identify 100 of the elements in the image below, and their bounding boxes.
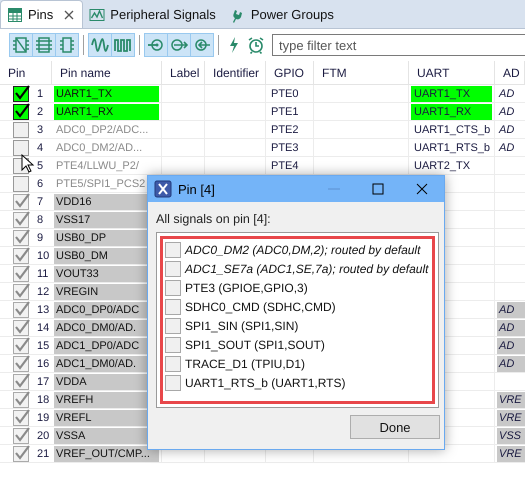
- checkbox[interactable]: [165, 298, 181, 314]
- adc-signal: VRE: [497, 410, 525, 426]
- pin-number: 2: [37, 106, 44, 118]
- pin-number: 5: [37, 160, 44, 172]
- adc-signal: AD: [497, 320, 525, 336]
- filter-field[interactable]: type filter text: [272, 34, 525, 56]
- pin-number: 4: [37, 142, 44, 154]
- checkbox[interactable]: [165, 356, 181, 372]
- gpio-signal: PTE1: [271, 106, 299, 118]
- checkbox[interactable]: [165, 318, 181, 334]
- column-header[interactable]: UART: [409, 61, 495, 85]
- adc-signal: AD: [498, 86, 516, 102]
- tab[interactable]: Power Groups: [224, 1, 342, 28]
- signal-option[interactable]: SDHC0_CMD (SDHC,CMD): [185, 300, 336, 314]
- column-header[interactable]: Pin name: [52, 61, 162, 85]
- checkbox[interactable]: [13, 409, 31, 426]
- checkbox[interactable]: [13, 427, 31, 444]
- signal-option[interactable]: TRACE_D1 (TPIU,D1): [185, 356, 306, 370]
- pin-number: 17: [37, 376, 50, 388]
- pin-name: ADC0_DP2/ADC...: [55, 122, 150, 138]
- pin-number: 18: [37, 394, 50, 406]
- pin-name: VREF_OUT/CMP...: [54, 446, 159, 462]
- pin-name: UART1_TX: [54, 86, 159, 102]
- checkbox[interactable]: [13, 373, 31, 390]
- pin-name: UART1_RX: [54, 104, 159, 120]
- signal-option[interactable]: SPI1_SIN (SPI1,SIN): [185, 318, 298, 332]
- pin-number: 10: [37, 250, 50, 262]
- checkbox[interactable]: [13, 247, 31, 264]
- adc-signal: AD: [498, 140, 516, 156]
- checkbox[interactable]: [165, 336, 181, 352]
- checkbox[interactable]: [165, 260, 181, 276]
- signal-option[interactable]: ADC1_SE7a (ADC1,SE,7a); routed by default: [185, 262, 428, 276]
- column-header[interactable]: Label: [162, 61, 205, 85]
- tab[interactable]: Pins: [0, 0, 84, 28]
- pin-number: 15: [37, 340, 50, 352]
- checkbox[interactable]: [13, 283, 31, 300]
- gpio-signal: PTE0: [271, 88, 299, 100]
- pin-number: 7: [37, 196, 44, 208]
- checkbox[interactable]: [13, 301, 31, 318]
- checkbox[interactable]: [13, 229, 31, 246]
- chart-icon: [89, 6, 106, 22]
- checkbox[interactable]: [13, 103, 31, 120]
- adc-signal: AD: [497, 302, 525, 318]
- gpio-signal: PTE2: [271, 124, 299, 136]
- column-header[interactable]: GPIO: [266, 61, 314, 85]
- close-icon[interactable]: [64, 10, 74, 20]
- wave-icon[interactable]: [89, 34, 112, 56]
- adc-signal: AD: [497, 338, 525, 354]
- pin-name: PTE5/SPI1_PCS2: [55, 176, 146, 192]
- adc-signal: VRE: [497, 392, 525, 408]
- done-button[interactable]: Done: [350, 415, 440, 439]
- pin-rows-icon[interactable]: [33, 34, 56, 56]
- checkbox[interactable]: [13, 193, 31, 210]
- adc-signal: AD: [498, 104, 516, 120]
- column-header[interactable]: Pin: [0, 61, 52, 85]
- checkbox[interactable]: [165, 242, 181, 258]
- checkbox[interactable]: [13, 85, 31, 102]
- pin-number: 19: [37, 412, 50, 424]
- uart-signal: UART1_TX: [411, 86, 492, 102]
- checkbox[interactable]: [13, 391, 31, 408]
- pin-number: 8: [37, 214, 44, 226]
- signal-option[interactable]: ADC0_DM2 (ADC0,DM,2); routed by default: [185, 242, 420, 256]
- checkbox[interactable]: [13, 265, 31, 282]
- pin-grid-icon[interactable]: [10, 34, 33, 56]
- column-header[interactable]: Identifier: [205, 61, 266, 85]
- tab[interactable]: Peripheral Signals: [83, 1, 224, 28]
- column-header[interactable]: AD: [495, 61, 525, 85]
- pin-number: 16: [37, 358, 50, 370]
- checkbox[interactable]: [165, 280, 181, 296]
- checkbox[interactable]: [165, 374, 181, 390]
- checkbox[interactable]: [13, 121, 31, 138]
- pin-number: 14: [37, 322, 50, 334]
- uart-signal: UART1_RTS_b: [414, 142, 490, 154]
- pin-number: 21: [37, 448, 50, 460]
- checkbox[interactable]: [13, 445, 31, 462]
- signal-option[interactable]: UART1_RTS_b (UART1,RTS): [185, 376, 346, 390]
- uart-signal: UART1_CTS_b: [414, 124, 490, 136]
- pin-name: ADC0_DM2/AD...: [55, 140, 144, 156]
- input-pin-icon[interactable]: [145, 34, 168, 56]
- adc-signal: AD: [498, 122, 516, 138]
- signal-option[interactable]: PTE3 (GPIOE,GPIO,3): [185, 280, 308, 294]
- app-icon: [154, 180, 172, 198]
- pin-number: 20: [37, 430, 50, 442]
- dialog-title: Pin [4]: [178, 182, 216, 196]
- signal-option[interactable]: SPI1_SOUT (SPI1,SOUT): [185, 338, 325, 352]
- pin-number: 13: [37, 304, 50, 316]
- adc-signal: VSS: [497, 428, 525, 444]
- pin-number: 11: [37, 268, 48, 280]
- checkbox[interactable]: [13, 319, 31, 336]
- uart-signal: UART2_TX: [414, 160, 470, 172]
- checkbox[interactable]: [13, 139, 31, 156]
- gpio-signal: PTE3: [271, 142, 299, 154]
- column-header[interactable]: FTM: [314, 61, 409, 85]
- checkbox[interactable]: [13, 337, 31, 354]
- checkbox[interactable]: [13, 175, 31, 192]
- checkbox[interactable]: [13, 355, 31, 372]
- pin-name: PTE4/LLWU_P2/: [55, 158, 140, 174]
- gpio-signal: PTE4: [271, 160, 299, 172]
- signals-label: All signals on pin [4]:: [156, 212, 272, 226]
- checkbox[interactable]: [13, 211, 31, 228]
